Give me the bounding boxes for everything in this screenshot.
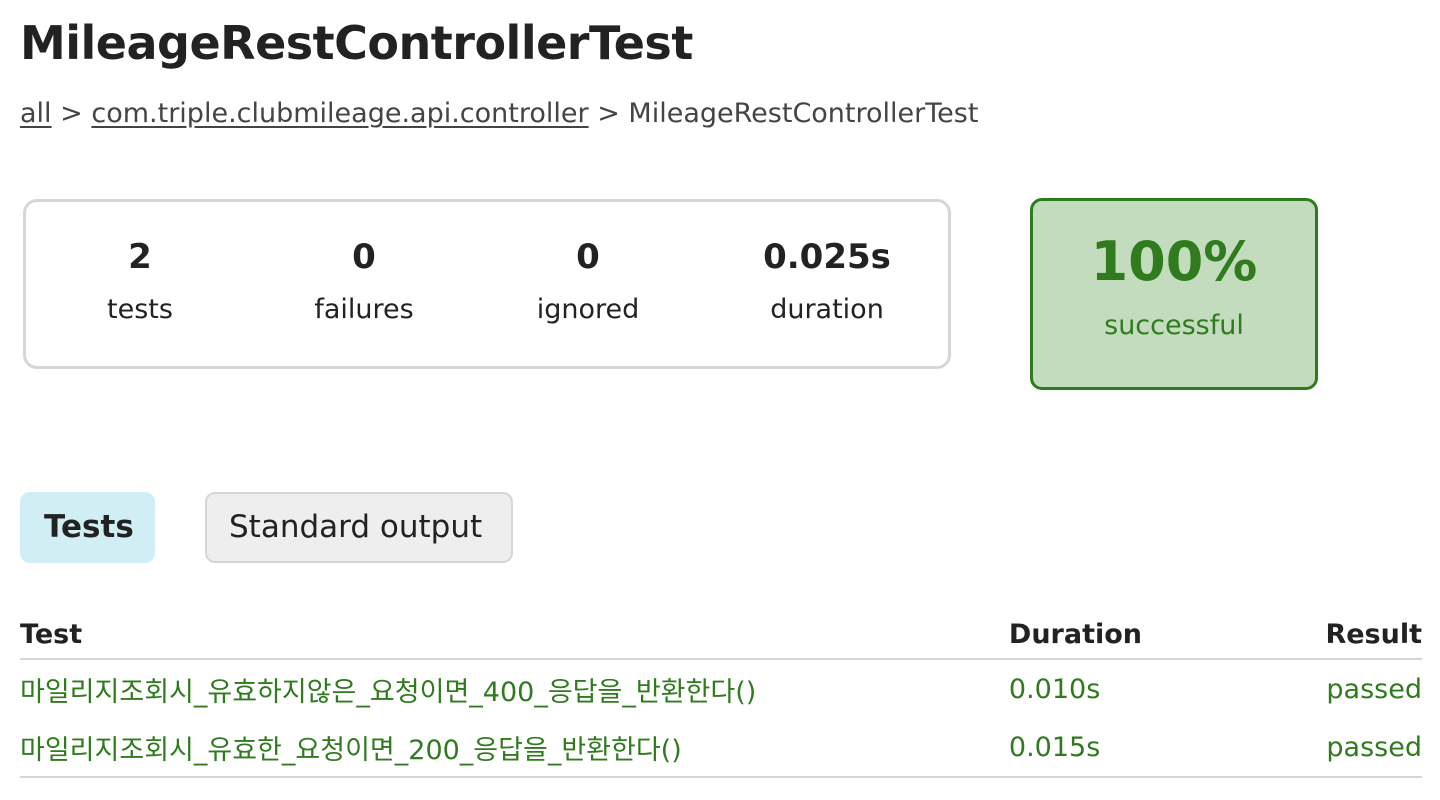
summary-box: 2 tests 0 failures 0 ignored 0.025s dura… — [23, 199, 951, 369]
header-test: Test — [20, 610, 1009, 660]
breadcrumb-current: MileageRestControllerTest — [628, 98, 979, 129]
breadcrumb-separator: > — [60, 98, 83, 129]
breadcrumb: all > com.triple.clubmileage.api.control… — [20, 94, 978, 134]
test-name: 마일리지조회시_유효한_요청이면_200_응답을_반환한다() — [20, 718, 1009, 778]
duration-value: 0.025s — [763, 237, 891, 277]
tests-count: 2 — [128, 237, 152, 277]
duration-counter: 0.025s duration — [737, 232, 917, 330]
tab-tests[interactable]: Tests — [20, 492, 155, 563]
success-label: successful — [1104, 310, 1244, 341]
ignored-label: ignored — [536, 294, 640, 325]
test-result: passed — [1326, 673, 1422, 705]
success-percent: 100% — [1090, 230, 1258, 293]
failures-count: 0 — [352, 237, 376, 277]
test-duration: 0.010s — [1008, 673, 1101, 705]
table-header-row: Test Duration Result — [20, 610, 1422, 660]
header-duration: Duration — [1008, 610, 1326, 660]
breadcrumb-link-all[interactable]: all — [20, 98, 52, 129]
tests-label: tests — [107, 294, 173, 325]
tests-table: Test Duration Result 마일리지조회시_유효하지않은_요청이면… — [20, 610, 1422, 778]
test-report-page: MileageRestControllerTest all > com.trip… — [0, 0, 1440, 800]
test-result: passed — [1325, 718, 1422, 778]
test-duration: 0.015s — [1008, 718, 1326, 778]
ignored-counter: 0 ignored — [498, 232, 678, 330]
page-title: MileageRestControllerTest — [20, 16, 693, 70]
header-result: Result — [1325, 610, 1422, 660]
ignored-count: 0 — [576, 237, 600, 277]
breadcrumb-link-package[interactable]: com.triple.clubmileage.api.controller — [91, 98, 588, 129]
failures-counter: 0 failures — [274, 232, 454, 330]
test-name: 마일리지조회시_유효하지않은_요청이면_400_응답을_반환한다() — [20, 676, 757, 708]
duration-label: duration — [770, 294, 884, 325]
breadcrumb-separator: > — [597, 98, 620, 129]
table-row: 마일리지조회시_유효하지않은_요청이면_400_응답을_반환한다() 0.010… — [20, 659, 1422, 718]
table-row: 마일리지조회시_유효한_요청이면_200_응답을_반환한다() 0.015s p… — [20, 718, 1422, 778]
success-rate-box: 100% successful — [1030, 198, 1318, 390]
tab-standard-output[interactable]: Standard output — [205, 492, 513, 563]
tests-counter: 2 tests — [50, 232, 230, 330]
failures-label: failures — [314, 294, 414, 325]
